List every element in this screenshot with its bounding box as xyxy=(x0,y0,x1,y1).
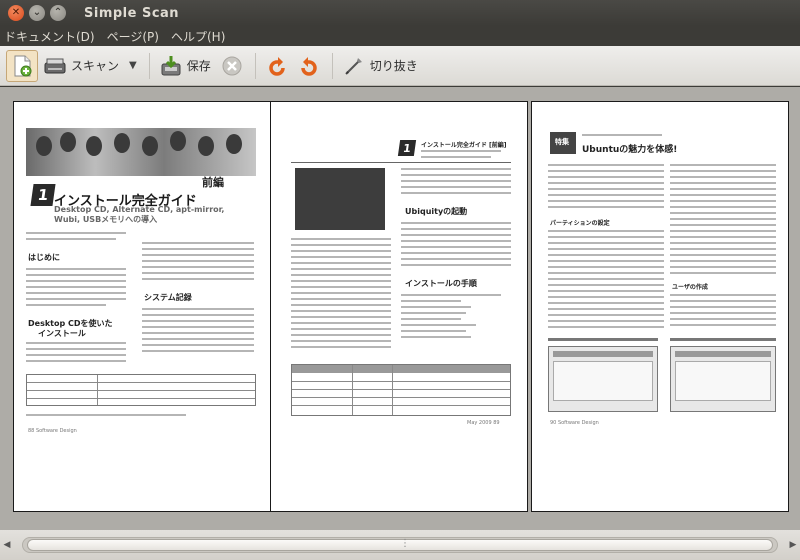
crop-button[interactable]: 切り抜き xyxy=(339,50,422,82)
page-table xyxy=(291,364,511,416)
page-title: Ubuntuの魅力を体感! xyxy=(582,145,678,155)
page-footer: 88 Software Design xyxy=(28,428,77,434)
screenshot-figure xyxy=(295,168,385,230)
chapter-number: 1 xyxy=(30,184,56,206)
scan-button[interactable]: スキャン xyxy=(40,50,123,82)
close-window-button[interactable]: ✕ xyxy=(8,5,24,21)
scan-options-button[interactable]: ▼ xyxy=(125,50,141,82)
menu-document[interactable]: ドキュメント(D) xyxy=(0,28,101,45)
new-document-button[interactable] xyxy=(6,49,38,82)
toolbar-separator xyxy=(331,52,333,79)
page-footer: 90 Software Design xyxy=(550,420,599,426)
section-heading: ユーザの作成 xyxy=(672,284,708,291)
window-title: Simple Scan xyxy=(84,5,180,21)
minimize-icon: ⌄ xyxy=(32,7,42,18)
screenshot-figure xyxy=(548,346,658,412)
title-bar: ✕ ⌄ ⌃ Simple Scan xyxy=(0,0,800,26)
page-photo xyxy=(26,128,256,176)
page-table xyxy=(26,374,256,406)
scrollbar-trough[interactable] xyxy=(22,537,778,553)
section-heading: パーティションの設定 xyxy=(550,220,610,227)
section-heading: はじめに xyxy=(28,253,60,262)
screenshot-figure xyxy=(670,346,776,412)
scroll-left-icon[interactable]: ◀ xyxy=(0,540,14,550)
crop-label: 切り抜き xyxy=(369,59,418,73)
section-label: 特集 xyxy=(550,132,576,154)
crop-icon xyxy=(343,55,365,77)
page-viewport[interactable]: 前編 1 インストール完全ガイド Desktop CD, Alternate C… xyxy=(0,87,800,530)
rotate-right-icon xyxy=(298,55,320,77)
stop-button[interactable] xyxy=(217,50,247,82)
section-heading: システム記録 xyxy=(144,293,192,302)
new-document-icon xyxy=(11,55,33,77)
save-button[interactable]: 保存 xyxy=(156,50,215,82)
page-subtitle-line: Wubi, USBメモリへの導入 xyxy=(54,215,158,224)
rotate-left-button[interactable] xyxy=(262,50,292,82)
horizontal-scrollbar[interactable]: ◀ ▶ xyxy=(0,530,800,560)
menu-page[interactable]: ページ(P) xyxy=(101,28,165,45)
menu-bar: ドキュメント(D) ページ(P) ヘルプ(H) xyxy=(0,26,800,46)
maximize-window-button[interactable]: ⌃ xyxy=(50,5,66,21)
scrollbar-thumb[interactable] xyxy=(27,538,773,551)
section-heading: Ubiquityの起動 xyxy=(405,207,468,216)
page-subtitle: Desktop CD, Alternate CD, apt-mirror, Wu… xyxy=(54,205,224,225)
page-title: インストール完全ガイド [前編] xyxy=(421,142,507,149)
rotate-left-icon xyxy=(266,55,288,77)
save-label: 保存 xyxy=(186,59,211,73)
minimize-window-button[interactable]: ⌄ xyxy=(29,5,45,21)
rotate-right-button[interactable] xyxy=(294,50,324,82)
scanned-page[interactable]: 1 インストール完全ガイド [前編] Ubiquityの起動 インストールの手順 xyxy=(270,101,528,512)
scan-label: スキャン xyxy=(71,59,120,73)
section-heading: インストール xyxy=(38,329,86,338)
close-icon: ✕ xyxy=(11,7,21,18)
scanned-page[interactable]: 前編 1 インストール完全ガイド Desktop CD, Alternate C… xyxy=(13,101,271,512)
chapter-number: 1 xyxy=(397,140,417,156)
scroll-right-icon[interactable]: ▶ xyxy=(786,540,800,550)
scanner-icon xyxy=(44,55,66,77)
save-icon xyxy=(160,55,182,77)
toolbar: スキャン ▼ 保存 切り抜き xyxy=(0,46,800,86)
page-footer: May 2009 89 xyxy=(467,420,500,426)
menu-help[interactable]: ヘルプ(H) xyxy=(165,28,231,45)
maximize-icon: ⌃ xyxy=(53,7,63,18)
dropdown-arrow-icon: ▼ xyxy=(129,60,137,71)
toolbar-separator xyxy=(254,52,256,79)
toolbar-separator xyxy=(148,52,150,79)
section-label: 前編 xyxy=(202,176,224,189)
section-heading: インストールの手順 xyxy=(405,279,477,288)
scanned-page[interactable]: 特集 Ubuntuの魅力を体感! パーティションの設定 ユーザの作成 90 So… xyxy=(531,101,789,512)
page-subtitle-line: Desktop CD, Alternate CD, apt-mirror, xyxy=(54,205,225,214)
stop-icon xyxy=(221,55,243,77)
